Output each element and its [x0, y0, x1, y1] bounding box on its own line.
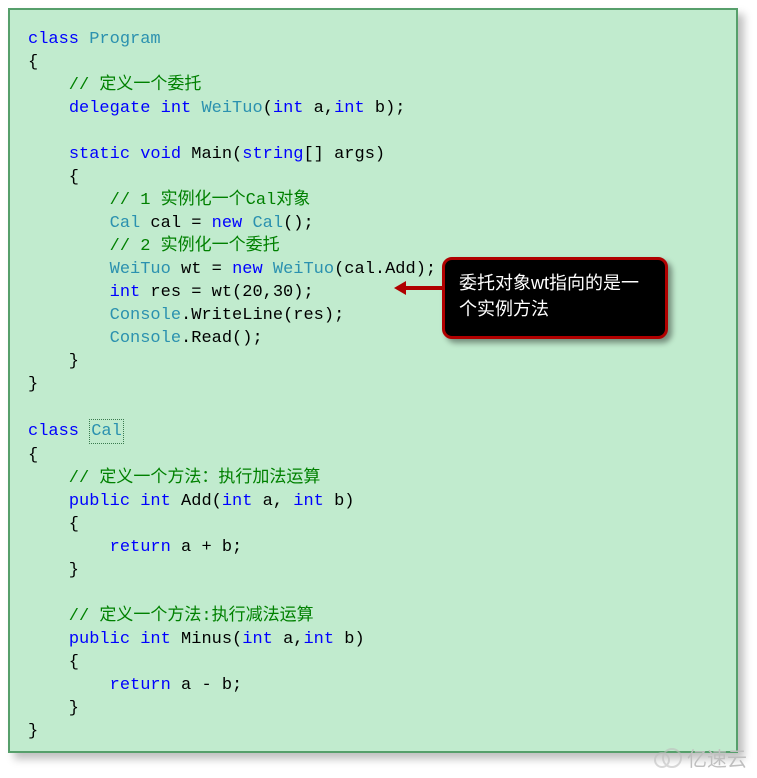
keyword: int	[140, 630, 171, 649]
code-text: }	[28, 699, 79, 718]
type-name: Console	[110, 329, 181, 348]
type-name: Cal	[110, 214, 141, 233]
code-text: {	[28, 53, 38, 72]
code-text: }	[28, 375, 38, 394]
code-text: cal =	[140, 214, 211, 233]
keyword: int	[273, 99, 304, 118]
cursor-box: Cal	[89, 419, 124, 444]
code-text	[242, 214, 252, 233]
code-text: res = wt(20,30);	[140, 283, 313, 302]
comment: // 定义一个方法：执行加法运算	[28, 469, 320, 488]
keyword: class	[28, 422, 79, 441]
keyword: new	[232, 260, 263, 279]
code-text: {	[28, 653, 79, 672]
keyword: return	[110, 538, 171, 557]
code-text: {	[28, 515, 79, 534]
type-name: Console	[110, 306, 181, 325]
code-text: ();	[283, 214, 314, 233]
keyword: int	[242, 630, 273, 649]
code-text: (	[263, 99, 273, 118]
code-text: [] args)	[303, 145, 385, 164]
code-block: class Program { // 定义一个委托 delegate int W…	[28, 28, 726, 743]
annotation-arrow-icon	[404, 286, 442, 290]
code-text	[28, 630, 69, 649]
keyword: public	[69, 630, 130, 649]
code-text	[79, 422, 89, 441]
code-card: class Program { // 定义一个委托 delegate int W…	[8, 8, 738, 753]
code-text	[28, 283, 110, 302]
code-text	[28, 676, 110, 695]
watermark-cloud-icon	[651, 747, 683, 769]
keyword: new	[212, 214, 243, 233]
code-text	[28, 538, 110, 557]
code-text: .Read();	[181, 329, 263, 348]
code-text	[28, 214, 110, 233]
code-text: a - b;	[171, 676, 242, 695]
type-name: WeiTuo	[201, 99, 262, 118]
keyword: int	[222, 492, 253, 511]
code-text	[130, 492, 140, 511]
code-text: }	[28, 561, 79, 580]
code-text	[191, 99, 201, 118]
code-text: b)	[334, 630, 365, 649]
annotation-text: 委托对象wt指向的是一个实例方法	[459, 273, 639, 319]
type-name: Cal	[91, 422, 122, 441]
type-name: WeiTuo	[110, 260, 171, 279]
code-text	[28, 306, 110, 325]
code-text: }	[28, 722, 38, 741]
code-text	[28, 492, 69, 511]
code-text	[130, 145, 140, 164]
code-text	[150, 99, 160, 118]
keyword: int	[110, 283, 141, 302]
code-text	[28, 99, 69, 118]
code-text: }	[28, 352, 79, 371]
code-text: {	[28, 168, 79, 187]
code-text: a,	[273, 630, 304, 649]
code-text: Minus(	[171, 630, 242, 649]
keyword: return	[110, 676, 171, 695]
keyword: public	[69, 492, 130, 511]
type-name: Program	[79, 30, 161, 49]
type-name: WeiTuo	[273, 260, 334, 279]
comment: // 定义一个委托	[28, 76, 201, 95]
keyword: int	[140, 492, 171, 511]
code-text: (cal.Add);	[334, 260, 436, 279]
code-text	[263, 260, 273, 279]
annotation-callout: 委托对象wt指向的是一个实例方法	[442, 257, 668, 339]
code-text: b)	[324, 492, 355, 511]
keyword: int	[161, 99, 192, 118]
watermark-text: 亿速云	[687, 743, 747, 772]
code-text: a,	[252, 492, 293, 511]
comment: // 定义一个方法:执行减法运算	[28, 607, 314, 626]
comment: // 1 实例化一个Cal对象	[28, 191, 310, 210]
type-name: Cal	[252, 214, 283, 233]
code-text	[28, 145, 69, 164]
code-text: wt =	[171, 260, 232, 279]
comment: // 2 实例化一个委托	[28, 237, 280, 256]
keyword: int	[293, 492, 324, 511]
keyword: int	[334, 99, 365, 118]
code-text: Main(	[181, 145, 242, 164]
keyword: static	[69, 145, 130, 164]
keyword: string	[242, 145, 303, 164]
code-text: b);	[365, 99, 406, 118]
code-text: Add(	[171, 492, 222, 511]
keyword: class	[28, 30, 79, 49]
code-text	[28, 329, 110, 348]
code-text: {	[28, 446, 38, 465]
keyword: int	[303, 630, 334, 649]
code-text	[130, 630, 140, 649]
watermark: 亿速云	[651, 743, 747, 772]
code-text: a,	[303, 99, 334, 118]
keyword: void	[140, 145, 181, 164]
code-text	[28, 260, 110, 279]
code-text: a + b;	[171, 538, 242, 557]
screenshot-frame: class Program { // 定义一个委托 delegate int W…	[0, 0, 757, 778]
code-text: .WriteLine(res);	[181, 306, 344, 325]
keyword: delegate	[69, 99, 151, 118]
